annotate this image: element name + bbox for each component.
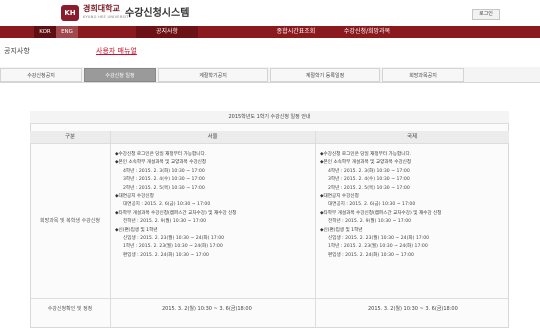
schedule-line: 2학년 : 2015. 2. 5(목) 10:30 ~ 17:00: [328, 185, 410, 191]
schedule-line: 편입생 : 2015. 2. 24(화) 10:30 ~ 17:00: [328, 252, 414, 258]
schedule-line: 3학년 : 2015. 2. 4(수) 10:30 ~ 17:00: [123, 177, 205, 183]
schedule-line: 3학년 : 2015. 2. 4(수) 10:30 ~ 17:00: [328, 177, 410, 183]
schedule-line: 편입생 : 2015. 2. 24(화) 10:30 ~ 17:00: [123, 252, 209, 258]
schedule-line: ◆신(편)입생 및 1학년: [320, 227, 363, 233]
lang-eng-button[interactable]: ENG: [56, 26, 78, 38]
tab-notice[interactable]: 수강신청공지: [0, 68, 82, 82]
schedule-line: 신입생 : 2015. 2. 23(월) 10:30 ~ 24(화) 17:00: [328, 236, 430, 242]
schedule-line: 신입생 : 2015. 2. 23(월) 10:30 ~ 24(화) 17:00: [123, 236, 225, 242]
schedule-line: ◆수강신청 로그인은 당일 재정부터 가능합니다.: [320, 152, 412, 157]
main-navigation: KOR ENG 공지사항 종합시간표조회 수강신청/희망과목: [0, 26, 540, 38]
schedule-line: 전학년 : 2015. 2. 9(월) 10:30 ~ 17:00: [328, 219, 412, 225]
lang-kor-button[interactable]: KOR: [34, 26, 56, 38]
schedule-line: ◆타학부 개설과목 수강신청(캠퍼스간 교차수강) 및 재수강 신청: [115, 210, 237, 216]
schedule-line: ◆본인 소속학부 개설과목 및 교양과목 수강신청: [320, 160, 412, 166]
system-title: 수강신청시스템: [125, 8, 190, 19]
schedule-line: ◆신(편)입생 및 1학년: [115, 227, 158, 233]
schedule-line: 2학년 : 2015. 2. 5(목) 10:30 ~ 17:00: [123, 185, 205, 191]
tab-schedule[interactable]: 수강신청 일정: [84, 68, 156, 82]
schedule-line: 4학년 : 2015. 2. 3(화) 10:30 ~ 17:00: [328, 168, 410, 174]
tab-seasonal-schedule[interactable]: 계절학기 등록일정: [270, 68, 380, 82]
column-header-category: 구분: [30, 131, 110, 143]
schedule-line: 대면공지 : 2015. 2. 6(금) 10:30 ~ 17:00: [123, 202, 211, 208]
seoul-confirm-period: 2015. 3. 2(월) 10:30 ~ 3. 6(금)18:00: [162, 306, 252, 312]
sub-header: [0, 38, 540, 68]
schedule-line: 대면공지 : 2015. 2. 6(금) 10:30 ~ 17:00: [328, 202, 416, 208]
seoul-schedule: ◆수강신청 로그인은 당일 재정부터 가능합니다. ◆본인 소속학부 개설과목 및…: [115, 151, 237, 260]
row-divider: [30, 143, 509, 144]
schedule-line: 1학년 : 2015. 2. 23(월) 10:30 ~ 24(화) 17:00: [328, 244, 428, 250]
schedule-line: ◆대면공지 수강신청: [320, 194, 359, 200]
column-header-global: 국제: [315, 131, 509, 143]
schedule-line: 전학년 : 2015. 2. 9(월) 10:30 ~ 17:00: [123, 219, 207, 225]
global-schedule: ◆수강신청 로그인은 당일 재정부터 가능합니다. ◆본인 소속학부 개설과목 및…: [320, 151, 442, 260]
login-button[interactable]: 로그인: [472, 9, 500, 20]
page-title: 공지사항: [4, 47, 30, 55]
university-emblem-icon[interactable]: KH: [61, 5, 79, 21]
university-name[interactable]: 경희대학교: [83, 3, 120, 14]
global-confirm-period: 2015. 3. 2(월) 10:30 ~ 3. 6(금)18:00: [368, 306, 458, 312]
schedule-line: ◆수강신청 로그인은 당일 재정부터 가능합니다.: [115, 152, 207, 157]
schedule-line: 4학년 : 2015. 2. 3(화) 10:30 ~ 17:00: [123, 168, 205, 174]
schedule-line: ◆대면공지 수강신청: [115, 194, 154, 200]
nav-register[interactable]: 수강신청/희망과목: [318, 26, 416, 38]
top-bar: KH 경희대학교 KYUNG HEE UNIVERSITY 수강신청시스템 로그…: [0, 0, 540, 26]
row-label-wishlist: 희망과목 및 복학생 수강신청: [40, 218, 100, 224]
table-caption: 2015학년도 1학기 수강신청 일정 안내: [30, 111, 509, 124]
row-divider: [30, 298, 509, 299]
schedule-line: 1학년 : 2015. 2. 23(월) 10:30 ~ 24(화) 17:00: [123, 244, 223, 250]
tab-seasonal-notice[interactable]: 계절학기공지: [158, 68, 268, 82]
nav-notice[interactable]: 공지사항: [136, 26, 198, 38]
tab-wishlist-notice[interactable]: 희망과목공지: [382, 68, 464, 82]
column-header-seoul: 서울: [110, 131, 315, 143]
schedule-line: ◆타학부 개설과목 수강신청(캠퍼스간 교차수강) 및 재수강 신청: [320, 210, 442, 216]
tab-bar: 수강신청공지 수강신청 일정 계절학기공지 계절학기 등록일정 희망과목공지: [0, 67, 540, 83]
schedule-line: ◆본인 소속학부 개설과목 및 교양과목 수강신청: [115, 160, 207, 166]
row-label-confirm: 수강신청확인 및 정정: [47, 306, 93, 312]
user-manual-link[interactable]: 사용자 매뉴얼: [96, 46, 137, 56]
